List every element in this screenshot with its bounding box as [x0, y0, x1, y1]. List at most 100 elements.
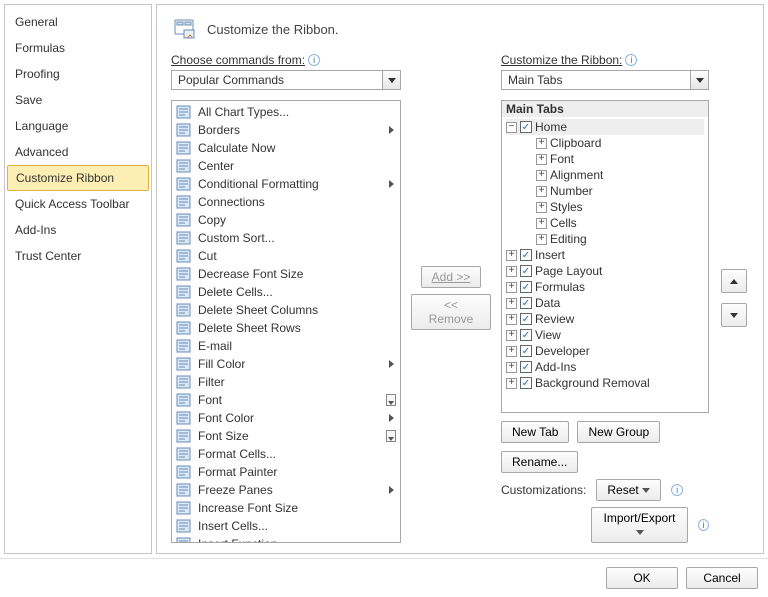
- rename-button[interactable]: Rename...: [501, 451, 578, 473]
- cancel-button[interactable]: Cancel: [686, 567, 758, 589]
- tree-node[interactable]: +✓Developer: [506, 343, 704, 359]
- nav-item-trust-center[interactable]: Trust Center: [5, 243, 151, 269]
- command-item[interactable]: Borders: [172, 121, 400, 139]
- checkbox[interactable]: ✓: [520, 265, 532, 277]
- move-down-button[interactable]: [721, 303, 747, 327]
- new-group-button[interactable]: New Group: [577, 421, 660, 443]
- tree-node[interactable]: +Clipboard: [506, 135, 704, 151]
- tree-node[interactable]: +✓Review: [506, 311, 704, 327]
- reset-button[interactable]: Reset: [596, 479, 661, 501]
- expand-icon[interactable]: +: [506, 362, 517, 373]
- expand-icon[interactable]: +: [506, 314, 517, 325]
- checkbox[interactable]: ✓: [520, 329, 532, 341]
- remove-button[interactable]: << Remove: [411, 294, 491, 330]
- commands-listbox[interactable]: All Chart Types...BordersCalculate NowCe…: [171, 100, 401, 543]
- tree-node[interactable]: +Alignment: [506, 167, 704, 183]
- tree-node[interactable]: +✓Page Layout: [506, 263, 704, 279]
- command-item[interactable]: Delete Sheet Columns: [172, 301, 400, 319]
- ok-button[interactable]: OK: [606, 567, 678, 589]
- expand-icon[interactable]: +: [506, 298, 517, 309]
- info-icon[interactable]: i: [625, 54, 637, 66]
- nav-item-advanced[interactable]: Advanced: [5, 139, 151, 165]
- expand-icon[interactable]: +: [506, 282, 517, 293]
- tree-node[interactable]: +Font: [506, 151, 704, 167]
- expand-icon[interactable]: +: [506, 330, 517, 341]
- command-item[interactable]: Custom Sort...: [172, 229, 400, 247]
- command-item[interactable]: Insert Cells...: [172, 517, 400, 535]
- expand-icon[interactable]: +: [506, 346, 517, 357]
- command-item[interactable]: Cut: [172, 247, 400, 265]
- command-item[interactable]: Copy: [172, 211, 400, 229]
- nav-item-save[interactable]: Save: [5, 87, 151, 113]
- command-item[interactable]: E-mail: [172, 337, 400, 355]
- command-item[interactable]: Filter: [172, 373, 400, 391]
- nav-item-customize-ribbon[interactable]: Customize Ribbon: [7, 165, 149, 191]
- command-item[interactable]: Decrease Font Size: [172, 265, 400, 283]
- command-item[interactable]: Fill Color: [172, 355, 400, 373]
- nav-item-general[interactable]: General: [5, 9, 151, 35]
- expand-icon[interactable]: +: [536, 234, 547, 245]
- expand-icon[interactable]: +: [536, 154, 547, 165]
- command-item[interactable]: All Chart Types...: [172, 103, 400, 121]
- command-item[interactable]: Delete Cells...: [172, 283, 400, 301]
- checkbox[interactable]: ✓: [520, 281, 532, 293]
- command-item[interactable]: Format Painter: [172, 463, 400, 481]
- expand-icon[interactable]: +: [536, 138, 547, 149]
- command-item[interactable]: Insert Function...: [172, 535, 400, 542]
- new-tab-button[interactable]: New Tab: [501, 421, 569, 443]
- add-button[interactable]: Add >>: [421, 266, 482, 288]
- checkbox[interactable]: ✓: [520, 361, 532, 373]
- tree-node[interactable]: +✓Background Removal: [506, 375, 704, 391]
- command-item[interactable]: Font Size: [172, 427, 400, 445]
- checkbox[interactable]: ✓: [520, 377, 532, 389]
- checkbox[interactable]: ✓: [520, 121, 532, 133]
- nav-item-add-ins[interactable]: Add-Ins: [5, 217, 151, 243]
- expand-icon[interactable]: +: [536, 202, 547, 213]
- chevron-down-icon[interactable]: [382, 71, 400, 89]
- command-item[interactable]: Increase Font Size: [172, 499, 400, 517]
- nav-item-proofing[interactable]: Proofing: [5, 61, 151, 87]
- checkbox[interactable]: ✓: [520, 249, 532, 261]
- nav-item-formulas[interactable]: Formulas: [5, 35, 151, 61]
- tree-node[interactable]: +Editing: [506, 231, 704, 247]
- expand-icon[interactable]: +: [536, 186, 547, 197]
- command-item[interactable]: Conditional Formatting: [172, 175, 400, 193]
- expand-icon[interactable]: +: [536, 170, 547, 181]
- command-item[interactable]: Connections: [172, 193, 400, 211]
- checkbox[interactable]: ✓: [520, 297, 532, 309]
- info-icon[interactable]: i: [671, 484, 683, 496]
- move-up-button[interactable]: [721, 269, 747, 293]
- tree-node[interactable]: +✓Add-Ins: [506, 359, 704, 375]
- info-icon[interactable]: i: [308, 54, 320, 66]
- expand-icon[interactable]: +: [506, 266, 517, 277]
- tabs-tree[interactable]: Main Tabs−✓Home+Clipboard+Font+Alignment…: [501, 100, 709, 413]
- command-item[interactable]: Freeze Panes: [172, 481, 400, 499]
- tree-node[interactable]: +✓Data: [506, 295, 704, 311]
- expand-icon[interactable]: +: [536, 218, 547, 229]
- nav-item-language[interactable]: Language: [5, 113, 151, 139]
- command-item[interactable]: Delete Sheet Rows: [172, 319, 400, 337]
- tree-node[interactable]: +✓View: [506, 327, 704, 343]
- checkbox[interactable]: ✓: [520, 345, 532, 357]
- tree-node[interactable]: +✓Insert: [506, 247, 704, 263]
- expand-icon[interactable]: +: [506, 378, 517, 389]
- command-item[interactable]: Font: [172, 391, 400, 409]
- import-export-button[interactable]: Import/Export: [591, 507, 688, 543]
- tree-node[interactable]: −✓Home: [506, 119, 704, 135]
- chevron-down-icon[interactable]: [690, 71, 708, 89]
- command-item[interactable]: Center: [172, 157, 400, 175]
- checkbox[interactable]: ✓: [520, 313, 532, 325]
- info-icon[interactable]: i: [698, 519, 709, 531]
- command-item[interactable]: Font Color: [172, 409, 400, 427]
- customize-ribbon-combo[interactable]: Main Tabs: [501, 70, 709, 90]
- command-item[interactable]: Calculate Now: [172, 139, 400, 157]
- tree-node[interactable]: +Styles: [506, 199, 704, 215]
- expand-icon[interactable]: +: [506, 250, 517, 261]
- tree-node[interactable]: +Cells: [506, 215, 704, 231]
- tree-node[interactable]: +✓Formulas: [506, 279, 704, 295]
- tree-node[interactable]: +Number: [506, 183, 704, 199]
- collapse-icon[interactable]: −: [506, 122, 517, 133]
- nav-item-quick-access-toolbar[interactable]: Quick Access Toolbar: [5, 191, 151, 217]
- choose-commands-combo[interactable]: Popular Commands: [171, 70, 401, 90]
- command-item[interactable]: Format Cells...: [172, 445, 400, 463]
